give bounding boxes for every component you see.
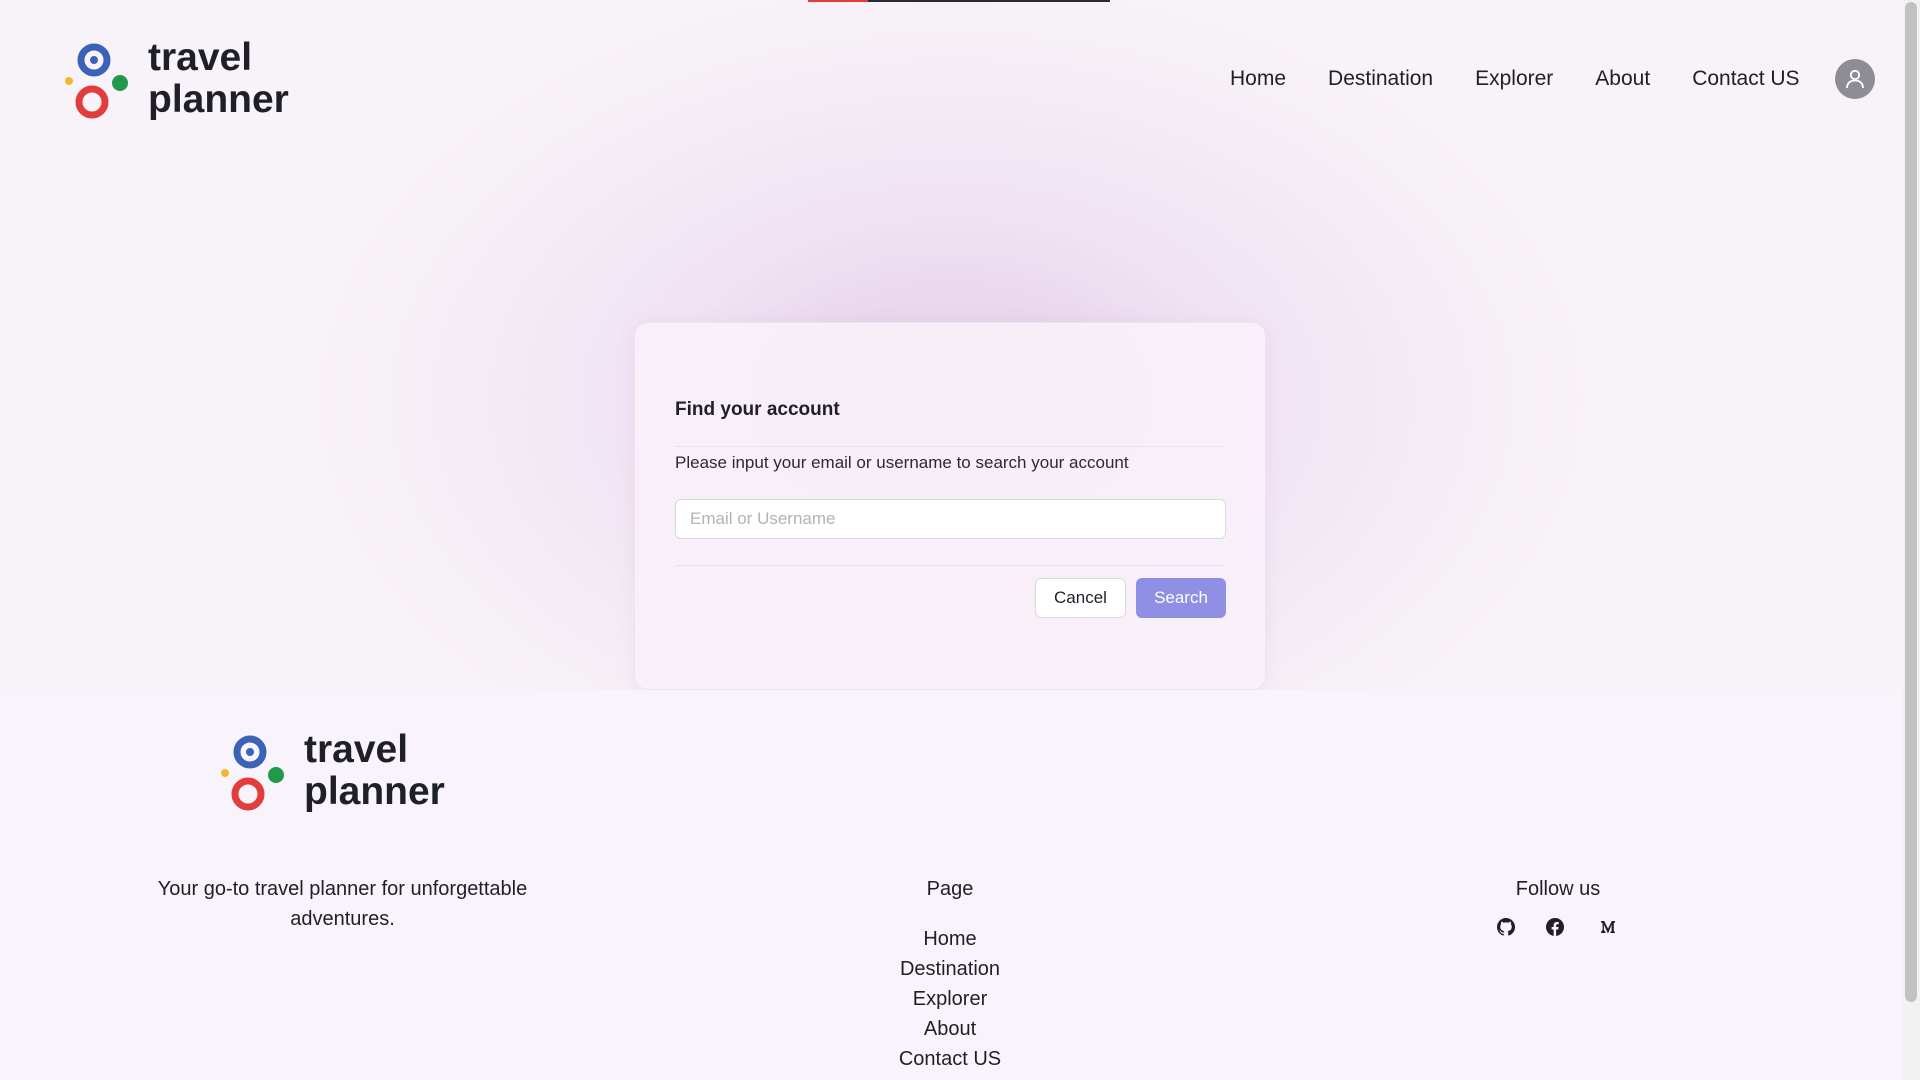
medium-icon[interactable] (1598, 917, 1618, 937)
footer-page-heading: Page (926, 878, 974, 900)
footer-tagline: Your go-to travel planner for unforgetta… (157, 878, 528, 930)
dialog-description: Please input your email or username to s… (675, 453, 1129, 472)
footer-link-home[interactable]: Home (850, 924, 1050, 954)
footer-link-explorer[interactable]: Explorer (850, 984, 1050, 1014)
footer: travel planner Your go-to travel planner… (0, 690, 1903, 1080)
email-or-username-input[interactable] (675, 499, 1226, 539)
logo-mark-icon: travel planner (65, 36, 289, 121)
footer-link-about[interactable]: About (850, 1014, 1050, 1044)
footer-logo[interactable]: travel planner (218, 728, 474, 818)
dialog-footer-divider (675, 565, 1226, 566)
user-icon (1846, 69, 1864, 89)
logo-text-line2: planner (148, 78, 289, 121)
nav-contact[interactable]: Contact US (1692, 64, 1799, 94)
logo-text-line1: travel (148, 40, 252, 79)
dialog-title: Find your account (675, 399, 840, 420)
header-logo[interactable]: travel planner (62, 36, 318, 126)
logo-mark-icon: travel planner (221, 728, 445, 813)
nav-home[interactable]: Home (1230, 64, 1286, 94)
footer-logo-text-line1: travel (304, 732, 408, 771)
user-avatar[interactable] (1835, 59, 1875, 99)
follow-us-heading: Follow us (1515, 878, 1601, 900)
footer-link-destination[interactable]: Destination (850, 954, 1050, 984)
cancel-button[interactable]: Cancel (1035, 578, 1126, 618)
nav-explorer[interactable]: Explorer (1475, 64, 1553, 94)
nav-destination[interactable]: Destination (1328, 64, 1433, 94)
main-nav: Home Destination Explorer About Contact … (1230, 64, 1800, 94)
scrollbar-thumb[interactable] (1905, 2, 1917, 1002)
loading-bar-progress (808, 0, 869, 2)
footer-logo-text-line2: planner (304, 770, 445, 813)
footer-page-links: Home Destination Explorer About Contact … (850, 924, 1050, 1074)
facebook-icon[interactable] (1545, 917, 1565, 937)
github-icon[interactable] (1496, 917, 1516, 937)
page-loading-bar (808, 0, 1110, 2)
dialog-divider (675, 446, 1226, 447)
footer-link-contact[interactable]: Contact US (850, 1044, 1050, 1074)
find-account-dialog: Find your account Please input your emai… (634, 322, 1266, 690)
nav-about[interactable]: About (1595, 64, 1650, 94)
search-button[interactable]: Search (1136, 578, 1226, 618)
